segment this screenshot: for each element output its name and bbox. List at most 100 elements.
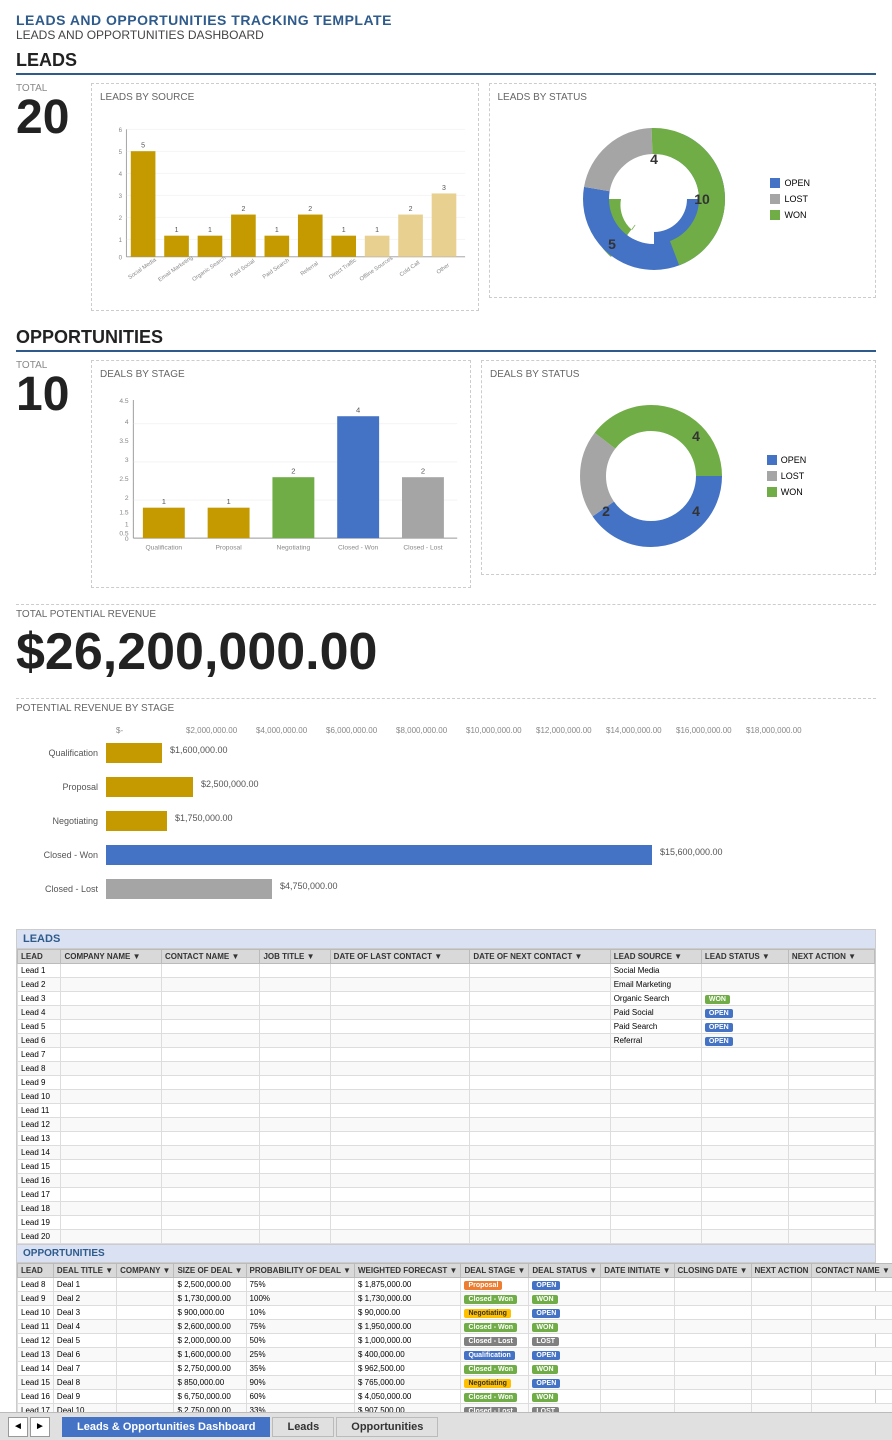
svg-text:1.5: 1.5: [119, 509, 129, 516]
leads-by-source-chart: 6 5 4 3 2 1 0 5 1: [100, 109, 470, 299]
lead-id: Lead 14: [18, 1146, 61, 1160]
leads-table-row: Lead 13: [18, 1132, 875, 1146]
bar-paid-social: [231, 215, 256, 257]
opportunities-section-header: OPPORTUNITIES: [16, 327, 876, 352]
leads-table-row: Lead 5 Paid Search OPEN: [18, 1020, 875, 1034]
svg-text:3.5: 3.5: [119, 438, 129, 445]
opps-table-row: Lead 9 Deal 2 $ 1,730,000.00 100% $ 1,73…: [18, 1292, 892, 1306]
svg-text:Organic Search: Organic Search: [191, 255, 227, 283]
svg-text:2: 2: [119, 215, 123, 222]
leads-table-row: Lead 14: [18, 1146, 875, 1160]
col-opp-lead: LEAD: [18, 1264, 54, 1278]
leads-table-row: Lead 2 Email Marketing: [18, 978, 875, 992]
svg-text:4: 4: [692, 428, 700, 444]
lead-id: Lead 5: [18, 1020, 61, 1034]
opps-table-row: Lead 16 Deal 9 $ 6,750,000.00 60% $ 4,05…: [18, 1390, 892, 1404]
svg-text:Closed - Lost: Closed - Lost: [403, 545, 442, 552]
leads-table-row: Lead 20: [18, 1230, 875, 1244]
opps-table-header: OPPORTUNITIES: [17, 1244, 875, 1263]
leads-by-source-title: LEADS BY SOURCE: [100, 92, 470, 103]
col-deal-status: DEAL STATUS ▼: [529, 1264, 601, 1278]
col-weighted: WEIGHTED FORECAST ▼: [354, 1264, 460, 1278]
deals-by-stage-title: DEALS BY STAGE: [100, 369, 462, 380]
svg-text:4: 4: [119, 171, 123, 178]
col-contact-name-2: CONTACT NAME ▼: [812, 1264, 892, 1278]
svg-text:1: 1: [162, 497, 166, 506]
svg-text:0: 0: [119, 254, 123, 261]
leads-table-row: Lead 19: [18, 1216, 875, 1230]
lead-id: Lead 6: [18, 1034, 61, 1048]
bar-closed-lost: [402, 477, 444, 538]
leads-table: LEAD COMPANY NAME ▼ CONTACT NAME ▼ JOB T…: [17, 949, 875, 1244]
col-lead-source: LEAD SOURCE ▼: [610, 950, 701, 964]
opps-table-row: Lead 11 Deal 4 $ 2,600,000.00 75% $ 1,95…: [18, 1320, 892, 1334]
svg-text:3: 3: [119, 193, 123, 200]
bar-other: [432, 193, 457, 256]
svg-text:5: 5: [609, 236, 617, 252]
leads-status-legend: OPEN LOST WON: [770, 178, 810, 220]
sub-title: LEADS AND OPPORTUNITIES DASHBOARD: [16, 28, 876, 42]
bar-referral: [298, 215, 323, 257]
col-next-contact: DATE OF NEXT CONTACT ▼: [470, 950, 610, 964]
potential-title: POTENTIAL REVENUE BY STAGE: [16, 698, 876, 714]
opps-table-row: Lead 12 Deal 5 $ 2,000,000.00 50% $ 1,00…: [18, 1334, 892, 1348]
svg-text:2: 2: [602, 503, 610, 519]
deals-status-legend: OPEN LOST WON: [767, 455, 807, 497]
tab-leads[interactable]: Leads: [272, 1417, 334, 1437]
opps-total-value: 10: [16, 371, 81, 419]
svg-text:Paid Search: Paid Search: [262, 258, 291, 281]
svg-text:3: 3: [125, 457, 129, 464]
leads-table-row: Lead 9: [18, 1076, 875, 1090]
svg-text:4: 4: [692, 503, 700, 519]
nav-arrow-left[interactable]: ◄: [8, 1417, 28, 1437]
bar-paid-search: [265, 236, 290, 257]
leads-table-row: Lead 11: [18, 1104, 875, 1118]
svg-text:2: 2: [308, 206, 312, 213]
svg-text:0: 0: [125, 536, 129, 543]
col-opp-next-action: NEXT ACTION: [751, 1264, 812, 1278]
lead-id: Lead 2: [18, 978, 61, 992]
leads-section-header: LEADS: [16, 50, 876, 75]
leads-table-row: Lead 12: [18, 1118, 875, 1132]
svg-text:Email Marketing: Email Marketing: [157, 255, 194, 283]
svg-text:10: 10: [695, 191, 711, 207]
svg-text:Referral: Referral: [300, 261, 320, 278]
leads-table-row: Lead 16: [18, 1174, 875, 1188]
col-lead: LEAD: [18, 950, 61, 964]
negotiating-bar: [106, 811, 167, 831]
revenue-amount: $26,200,000.00: [16, 622, 876, 682]
svg-text:4: 4: [125, 419, 129, 426]
tab-dashboard[interactable]: Leads & Opportunities Dashboard: [62, 1417, 270, 1437]
bar-offline-sources: [365, 236, 390, 257]
col-lead-status: LEAD STATUS ▼: [701, 950, 788, 964]
col-job-title: JOB TITLE ▼: [260, 950, 330, 964]
leads-table-row: Lead 10: [18, 1090, 875, 1104]
bar-closed-won: [337, 416, 379, 538]
lead-id: Lead 9: [18, 1076, 61, 1090]
lead-id: Lead 16: [18, 1174, 61, 1188]
svg-text:1: 1: [208, 227, 212, 234]
svg-text:2: 2: [241, 206, 245, 213]
lead-id: Lead 18: [18, 1202, 61, 1216]
bottom-nav: ◄ ► Leads & Opportunities Dashboard Lead…: [0, 1412, 892, 1440]
svg-text:6: 6: [119, 127, 123, 134]
svg-text:1: 1: [375, 227, 379, 234]
col-deal-title: DEAL TITLE ▼: [53, 1264, 116, 1278]
leads-table-row: Lead 15: [18, 1160, 875, 1174]
qual-label: Qualification: [16, 748, 106, 758]
svg-text:Closed - Won: Closed - Won: [338, 545, 378, 552]
nav-arrow-area[interactable]: ◄ ►: [0, 1417, 58, 1437]
leads-total-value: 20: [16, 94, 81, 142]
opps-table-row: Lead 14 Deal 7 $ 2,750,000.00 35% $ 962,…: [18, 1362, 892, 1376]
tab-opportunities[interactable]: Opportunities: [336, 1417, 438, 1437]
svg-text:Other: Other: [436, 263, 451, 276]
bar-social-media: [131, 151, 156, 257]
lead-id: Lead 17: [18, 1188, 61, 1202]
lead-id: Lead 20: [18, 1230, 61, 1244]
deals-by-stage-chart: 4.5 4 3.5 3 2.5 2 1.5 1 0.5 0 1: [100, 386, 462, 576]
opps-table-row: Lead 15 Deal 8 $ 850,000.00 90% $ 765,00…: [18, 1376, 892, 1390]
qual-bar: [106, 743, 162, 763]
leads-by-status-title: LEADS BY STATUS: [498, 92, 868, 103]
nav-arrow-right[interactable]: ►: [30, 1417, 50, 1437]
svg-text:1: 1: [125, 522, 129, 529]
